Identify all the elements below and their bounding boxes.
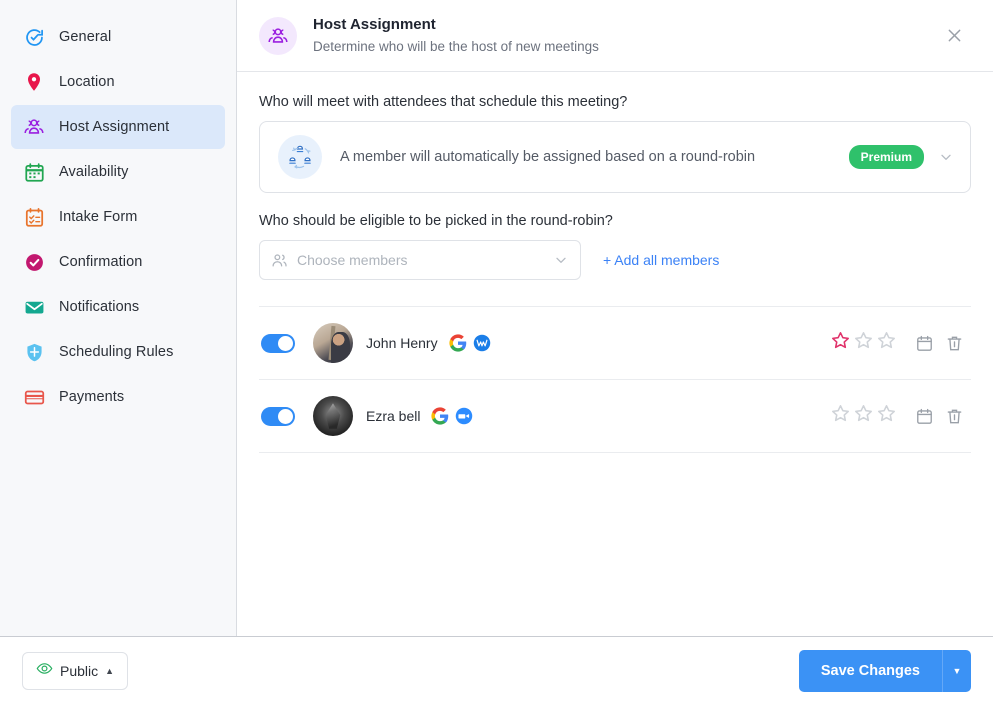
sidebar-item-label: General xyxy=(59,29,111,45)
save-button[interactable]: Save Changes xyxy=(799,650,943,692)
chevron-down-icon[interactable] xyxy=(553,252,569,268)
member-enable-toggle[interactable] xyxy=(261,334,295,353)
round-robin-icon xyxy=(278,135,322,179)
app-root: General Location xyxy=(0,0,993,705)
footer-bar: Public ▲ Save Changes ▼ xyxy=(0,636,993,705)
star-icon-2[interactable] xyxy=(853,330,874,356)
google-icon xyxy=(449,334,467,352)
choose-members-select[interactable]: Choose members xyxy=(259,240,581,280)
member-priority-stars[interactable] xyxy=(830,330,897,356)
table-row: Ezra bell xyxy=(259,379,971,452)
question-secondary: Who should be eligible to be picked in t… xyxy=(259,213,971,229)
credit-card-icon xyxy=(23,386,45,408)
sidebar-item-host-assignment[interactable]: Host Assignment xyxy=(11,105,225,149)
group-users-icon xyxy=(23,116,45,138)
trash-icon[interactable] xyxy=(939,328,969,358)
main-panel: Host Assignment Determine who will be th… xyxy=(237,0,993,636)
sidebar-item-label: Availability xyxy=(59,164,128,180)
sidebar-item-payments[interactable]: Payments xyxy=(11,375,225,419)
sidebar-item-label: Scheduling Rules xyxy=(59,344,173,360)
table-row: John Henry xyxy=(259,306,971,379)
member-name: Ezra bell xyxy=(366,408,420,424)
member-integration-badges xyxy=(431,407,473,425)
sidebar-item-availability[interactable]: Availability xyxy=(11,150,225,194)
members-list-end-divider xyxy=(259,452,971,453)
premium-badge: Premium xyxy=(849,145,924,169)
star-icon-3[interactable] xyxy=(876,330,897,356)
panel-header: Host Assignment Determine who will be th… xyxy=(237,0,993,72)
page-subtitle: Determine who will be the host of new me… xyxy=(313,37,939,57)
sidebar-item-intake-form[interactable]: Intake Form xyxy=(11,195,225,239)
eye-icon xyxy=(36,660,53,682)
close-icon[interactable] xyxy=(939,21,969,51)
sidebar-item-label: Payments xyxy=(59,389,124,405)
page-title: Host Assignment xyxy=(313,14,939,37)
envelope-icon xyxy=(23,296,45,318)
sidebar-item-general[interactable]: General xyxy=(11,15,225,59)
assignment-selector[interactable]: A member will automatically be assigned … xyxy=(259,121,971,193)
question-primary: Who will meet with attendees that schedu… xyxy=(259,94,971,110)
calendar-icon[interactable] xyxy=(909,401,939,431)
member-priority-stars[interactable] xyxy=(830,403,897,429)
google-icon xyxy=(431,407,449,425)
sidebar-item-label: Notifications xyxy=(59,299,139,315)
sidebar-item-confirmation[interactable]: Confirmation xyxy=(11,240,225,284)
sidebar-item-label: Location xyxy=(59,74,115,90)
member-enable-toggle[interactable] xyxy=(261,407,295,426)
save-options-caret-icon[interactable]: ▼ xyxy=(943,650,971,692)
sidebar-item-location[interactable]: Location xyxy=(11,60,225,104)
map-pin-icon xyxy=(23,71,45,93)
avatar xyxy=(313,396,353,436)
avatar xyxy=(313,323,353,363)
caret-up-icon: ▲ xyxy=(105,667,114,676)
trash-icon[interactable] xyxy=(939,401,969,431)
settings-sidebar: General Location xyxy=(0,0,237,636)
star-icon-2[interactable] xyxy=(853,403,874,429)
calendar-icon xyxy=(23,161,45,183)
sidebar-item-label: Host Assignment xyxy=(59,119,169,135)
visibility-button[interactable]: Public ▲ xyxy=(22,652,128,690)
zoom-icon xyxy=(455,407,473,425)
check-circle-icon xyxy=(23,251,45,273)
sidebar-item-label: Confirmation xyxy=(59,254,142,270)
sidebar-item-scheduling-rules[interactable]: Scheduling Rules xyxy=(11,330,225,374)
star-icon-3[interactable] xyxy=(876,403,897,429)
chevron-down-icon[interactable] xyxy=(938,149,954,165)
sidebar-item-notifications[interactable]: Notifications xyxy=(11,285,225,329)
sidebar-item-label: Intake Form xyxy=(59,209,137,225)
star-icon-1[interactable] xyxy=(830,403,851,429)
star-icon-1[interactable] xyxy=(830,330,851,356)
panel-body: Who will meet with attendees that schedu… xyxy=(237,72,993,636)
panel-header-text: Host Assignment Determine who will be th… xyxy=(313,14,939,58)
visibility-label: Public xyxy=(60,663,98,679)
shield-icon xyxy=(23,341,45,363)
member-integration-badges xyxy=(449,334,491,352)
upper-region: General Location xyxy=(0,0,993,636)
users-icon xyxy=(271,252,288,269)
refresh-check-icon xyxy=(23,26,45,48)
member-name: John Henry xyxy=(366,335,438,351)
form-checklist-icon xyxy=(23,206,45,228)
assignment-label: A member will automatically be assigned … xyxy=(340,149,849,165)
save-changes-group: Save Changes ▼ xyxy=(799,650,971,692)
group-users-icon xyxy=(259,17,297,55)
add-all-members-link[interactable]: + Add all members xyxy=(603,252,719,268)
calendar-icon[interactable] xyxy=(909,328,939,358)
members-select-row: Choose members + Add all members xyxy=(259,240,971,280)
webex-icon xyxy=(473,334,491,352)
choose-members-placeholder: Choose members xyxy=(297,252,553,268)
